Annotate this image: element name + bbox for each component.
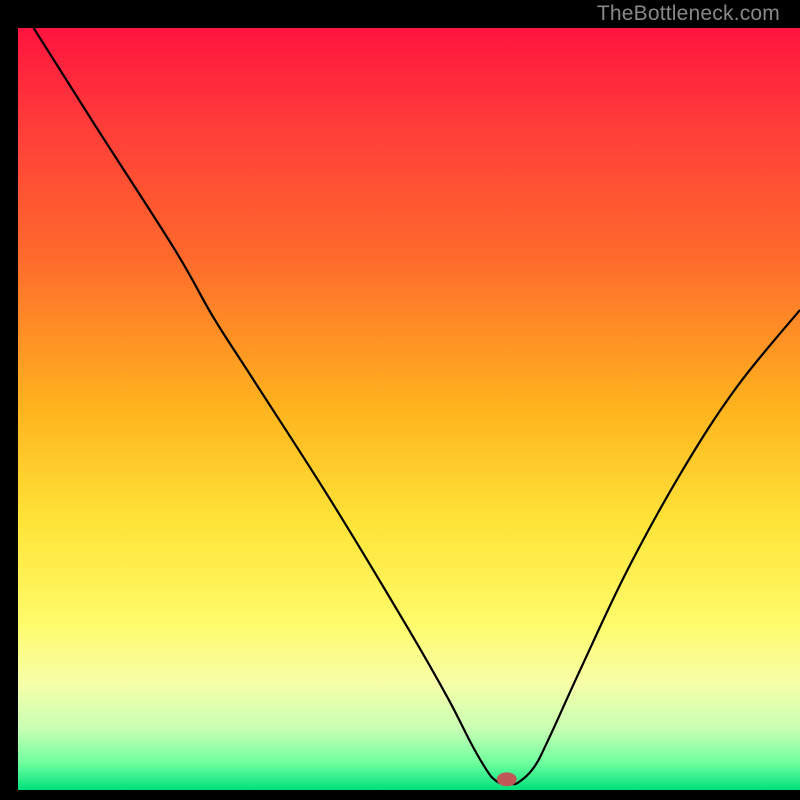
optimal-point-marker: [497, 772, 517, 786]
chart-stage: TheBottleneck.com: [0, 0, 800, 800]
gradient-background: [18, 28, 800, 790]
bottleneck-chart: [0, 0, 800, 800]
watermark-text: TheBottleneck.com: [597, 2, 780, 26]
